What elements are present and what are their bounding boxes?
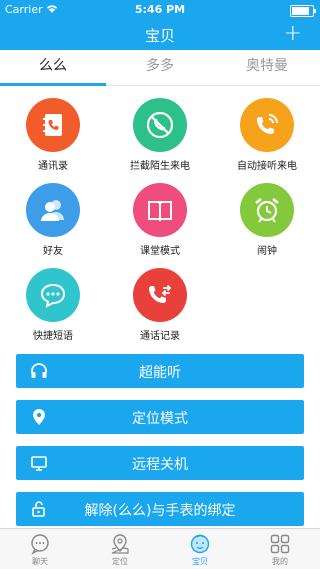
- status-time: 5:46 PM: [134, 3, 186, 16]
- grid-item-contacts[interactable]: 通讯录: [0, 98, 106, 172]
- grid-item-label: 通讯录: [38, 161, 68, 172]
- grid-item-block-calls[interactable]: 拦截陌生来电: [107, 98, 213, 172]
- grid-item-friends[interactable]: 好友: [0, 183, 106, 257]
- tab-child-3[interactable]: 奥特曼: [214, 50, 320, 85]
- grid-item-label: 课堂模式: [140, 246, 180, 257]
- grid-item-auto-answer[interactable]: 自动接听来电: [214, 98, 320, 172]
- call-log-icon: [133, 268, 187, 322]
- bottom-tab-label: 聊天: [32, 557, 48, 566]
- bottom-tab-label: 我的: [272, 557, 288, 566]
- grid-item-label: 拦截陌生来电: [130, 161, 190, 172]
- action-label: 超能听: [139, 365, 181, 381]
- bottom-tab-label: 定位: [112, 557, 128, 566]
- add-button[interactable]: +: [284, 21, 302, 47]
- grid-item-label: 好友: [43, 246, 63, 257]
- bottom-tab-mine[interactable]: 我的: [240, 529, 320, 569]
- action-label: 远程关机: [132, 457, 188, 473]
- battery-icon: [290, 5, 316, 17]
- grid-item-label: 通话记录: [140, 331, 180, 342]
- bottom-tab-label: 宝贝: [192, 557, 208, 566]
- location-mode-button[interactable]: 定位模式: [16, 400, 304, 434]
- grid-item-call-log[interactable]: 通话记录: [107, 268, 213, 342]
- action-label: 定位模式: [132, 411, 188, 427]
- child-tabs: 么么 多多 奥特曼: [0, 50, 320, 86]
- bottom-tab-chat[interactable]: 聊天: [0, 529, 80, 569]
- address-book-icon: [26, 98, 80, 152]
- unbind-watch-button[interactable]: 解除(么么)与手表的绑定: [16, 492, 304, 526]
- grid-item-label: 自动接听来电: [237, 161, 297, 172]
- grid-item-label: 快捷短语: [33, 331, 73, 342]
- bottom-tab-baby[interactable]: 宝贝: [160, 529, 240, 569]
- grid-item-quick-phrases[interactable]: 快捷短语: [0, 268, 106, 342]
- grid-item-label: 闹钟: [257, 246, 277, 257]
- action-label: 解除(么么)与手表的绑定: [84, 503, 236, 519]
- tab-child-1[interactable]: 么么: [0, 50, 106, 86]
- auto-answer-icon: [240, 98, 294, 152]
- grid-item-class-mode[interactable]: 课堂模式: [107, 183, 213, 257]
- remote-shutdown-button[interactable]: 远程关机: [16, 446, 304, 480]
- book-icon: [133, 183, 187, 237]
- alarm-clock-icon: [240, 183, 294, 237]
- tab-child-2[interactable]: 多多: [107, 50, 213, 85]
- status-bar: Carrier 5:46 PM: [0, 0, 320, 20]
- bottom-tab-location[interactable]: 定位: [80, 529, 160, 569]
- nav-bar: 宝贝 +: [0, 20, 320, 50]
- bottom-tab-bar: 聊天 定位 宝贝 我的: [0, 528, 320, 569]
- battery-fill: [292, 7, 309, 15]
- chat-bubble-icon: [26, 268, 80, 322]
- super-listen-button[interactable]: 超能听: [16, 354, 304, 388]
- page-title: 宝贝: [144, 27, 175, 45]
- block-call-icon: [133, 98, 187, 152]
- friends-icon: [26, 183, 80, 237]
- grid-item-alarm[interactable]: 闹钟: [214, 183, 320, 257]
